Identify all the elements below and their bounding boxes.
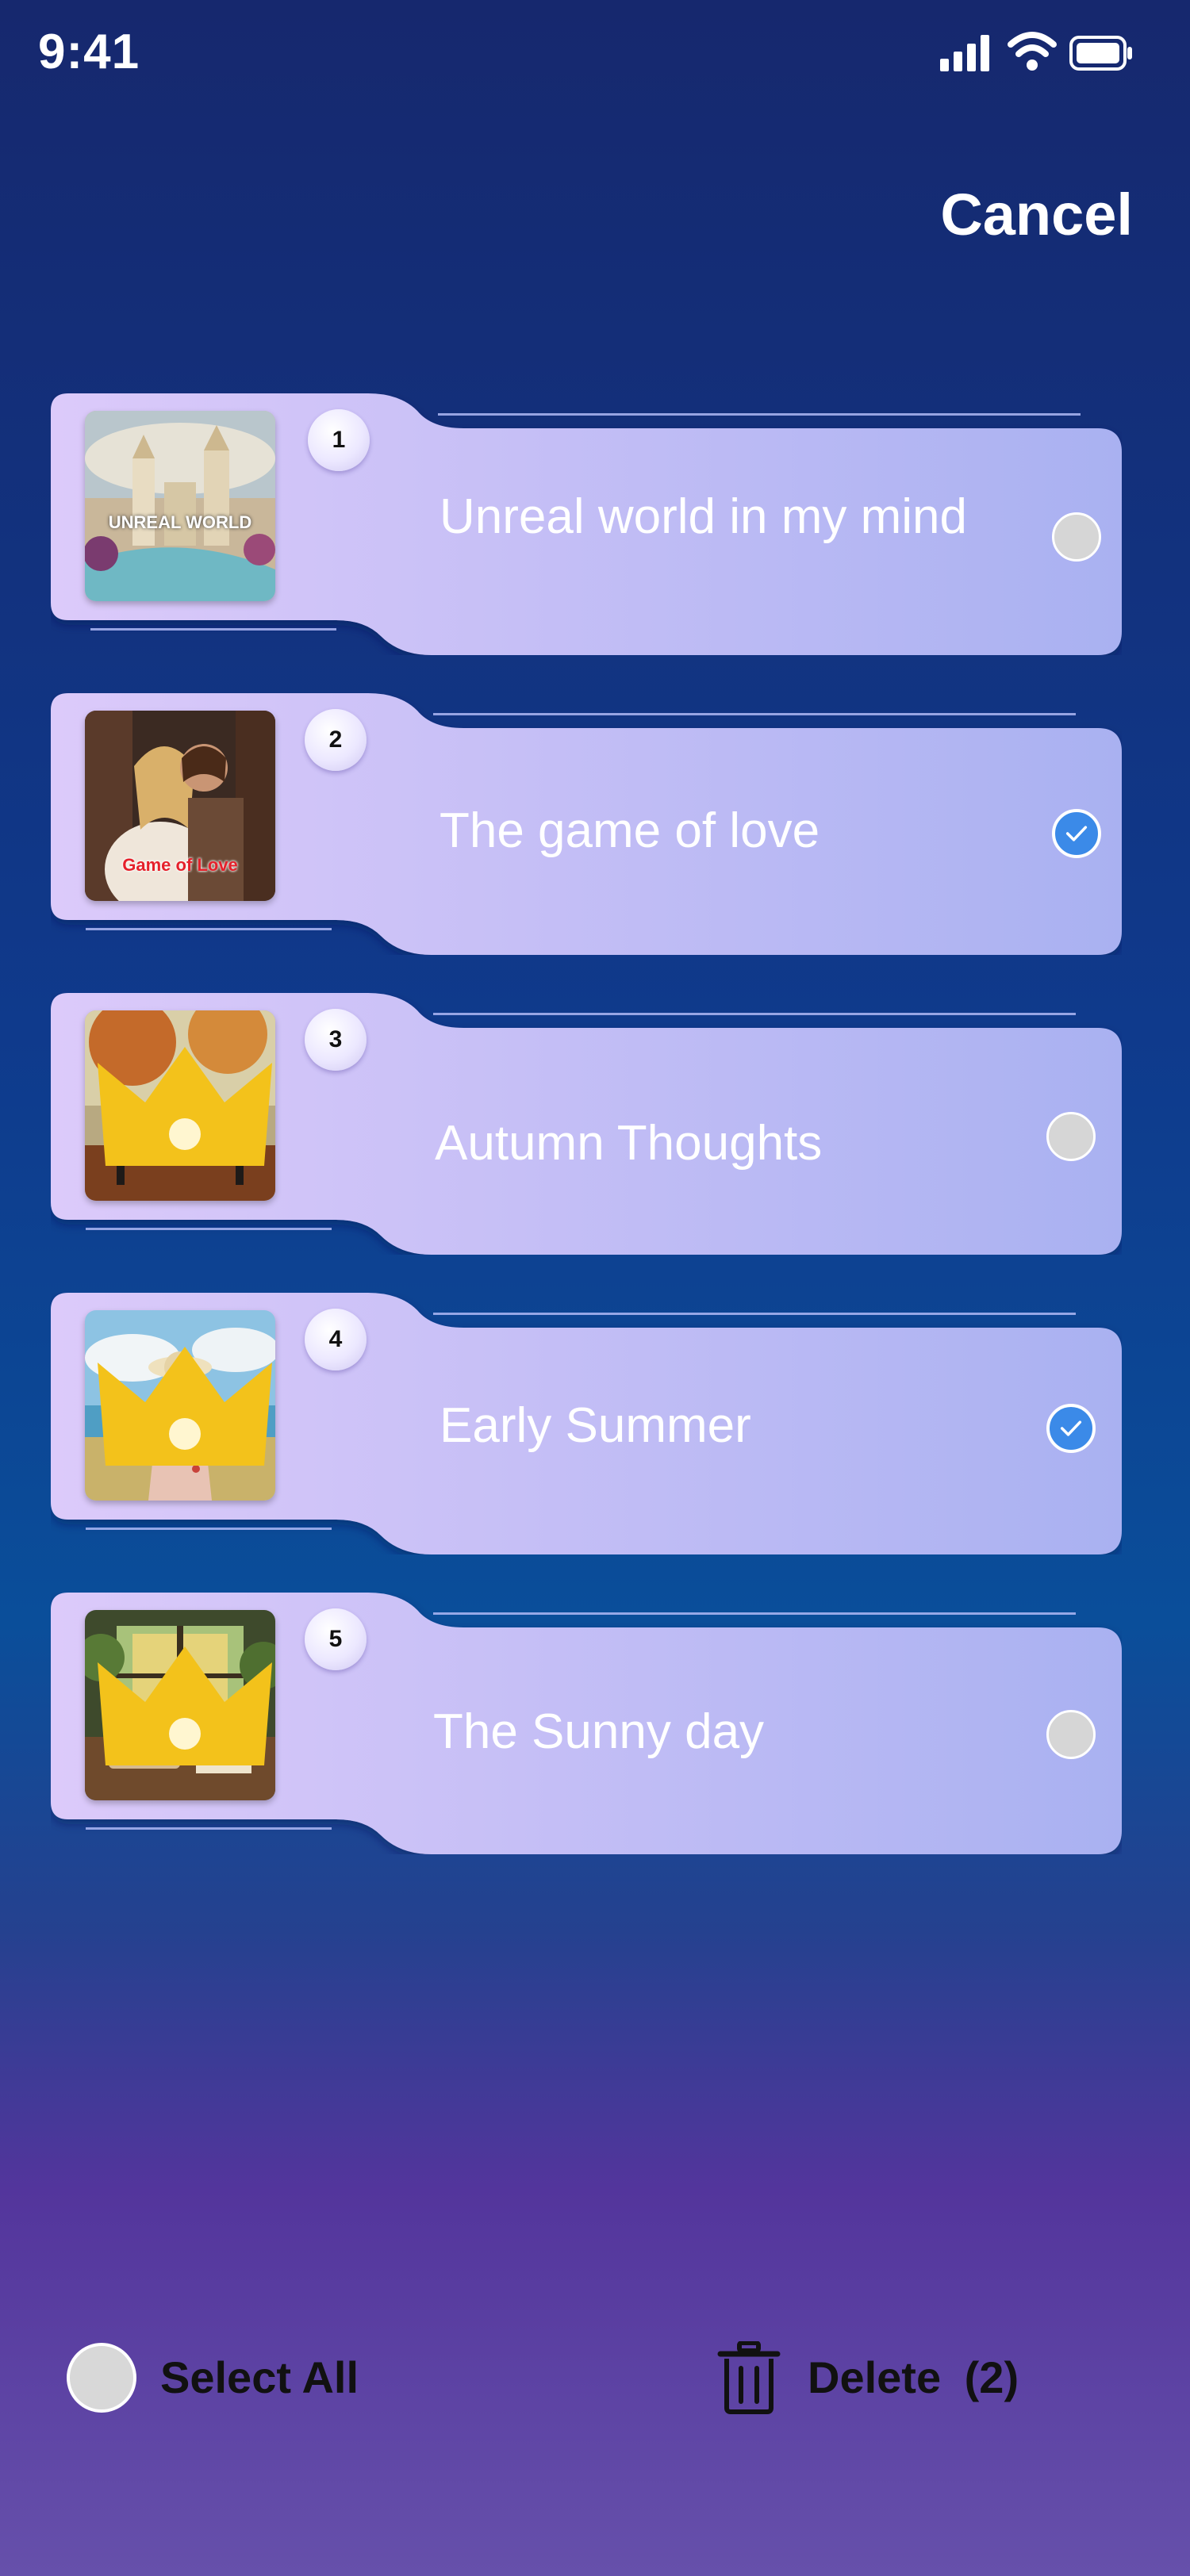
select-radio-checked[interactable] (1052, 809, 1101, 858)
divider (86, 928, 332, 930)
couple-scene-thumbnail: Game of Love (85, 711, 275, 901)
divider (86, 1827, 332, 1830)
castle-scene-thumbnail: UNREAL WORLD (85, 411, 275, 601)
item-title: The Sunny day (433, 1704, 765, 1759)
story-card-5[interactable]: 5 The Sunny day (51, 1593, 1122, 1854)
select-all-radio[interactable] (67, 2343, 136, 2413)
item-number-badge: 1 (308, 409, 370, 471)
select-radio[interactable] (1046, 1710, 1096, 1759)
crown-icon (98, 1047, 272, 1166)
item-title: Autumn Thoughts (435, 1116, 823, 1171)
delete-button[interactable]: Delete (2) (808, 2352, 1019, 2403)
story-card-2[interactable]: Game of Love 2 The game of love (51, 693, 1122, 955)
thumbnail-text: Game of Love (122, 855, 238, 875)
item-title: Early Summer (440, 1398, 751, 1453)
item-number-badge: 5 (305, 1608, 367, 1670)
beach-woman-thumbnail (85, 1310, 275, 1501)
divider (86, 1528, 332, 1530)
story-card-3[interactable]: 3 Autumn Thoughts (51, 993, 1122, 1255)
item-title: The game of love (440, 803, 820, 858)
item-number-badge: 4 (305, 1309, 367, 1370)
autumn-bench-thumbnail (85, 1010, 275, 1201)
thumbnail-text: UNREAL WORLD (108, 512, 252, 532)
delete-label: Delete (808, 2352, 942, 2402)
select-radio-checked[interactable] (1046, 1404, 1096, 1453)
select-radio[interactable] (1052, 512, 1101, 562)
divider (86, 1228, 332, 1230)
story-list: UNREAL WORLD 1 Unreal world in my mind G… (0, 0, 1190, 1903)
story-card-4[interactable]: 4 Early Summer (51, 1293, 1122, 1554)
story-card-1[interactable]: UNREAL WORLD 1 Unreal world in my mind (51, 393, 1122, 655)
item-number-badge: 2 (305, 709, 367, 771)
select-radio[interactable] (1046, 1112, 1096, 1161)
select-all-label[interactable]: Select All (160, 2352, 359, 2403)
crown-icon (98, 1347, 272, 1466)
trash-icon[interactable] (717, 2341, 781, 2414)
crown-icon (98, 1646, 272, 1765)
item-number-badge: 3 (305, 1009, 367, 1071)
delete-count: (2) (964, 2352, 1019, 2402)
item-title: Unreal world in my mind (440, 489, 967, 544)
sunny-room-thumbnail (85, 1610, 275, 1800)
divider (90, 628, 336, 631)
